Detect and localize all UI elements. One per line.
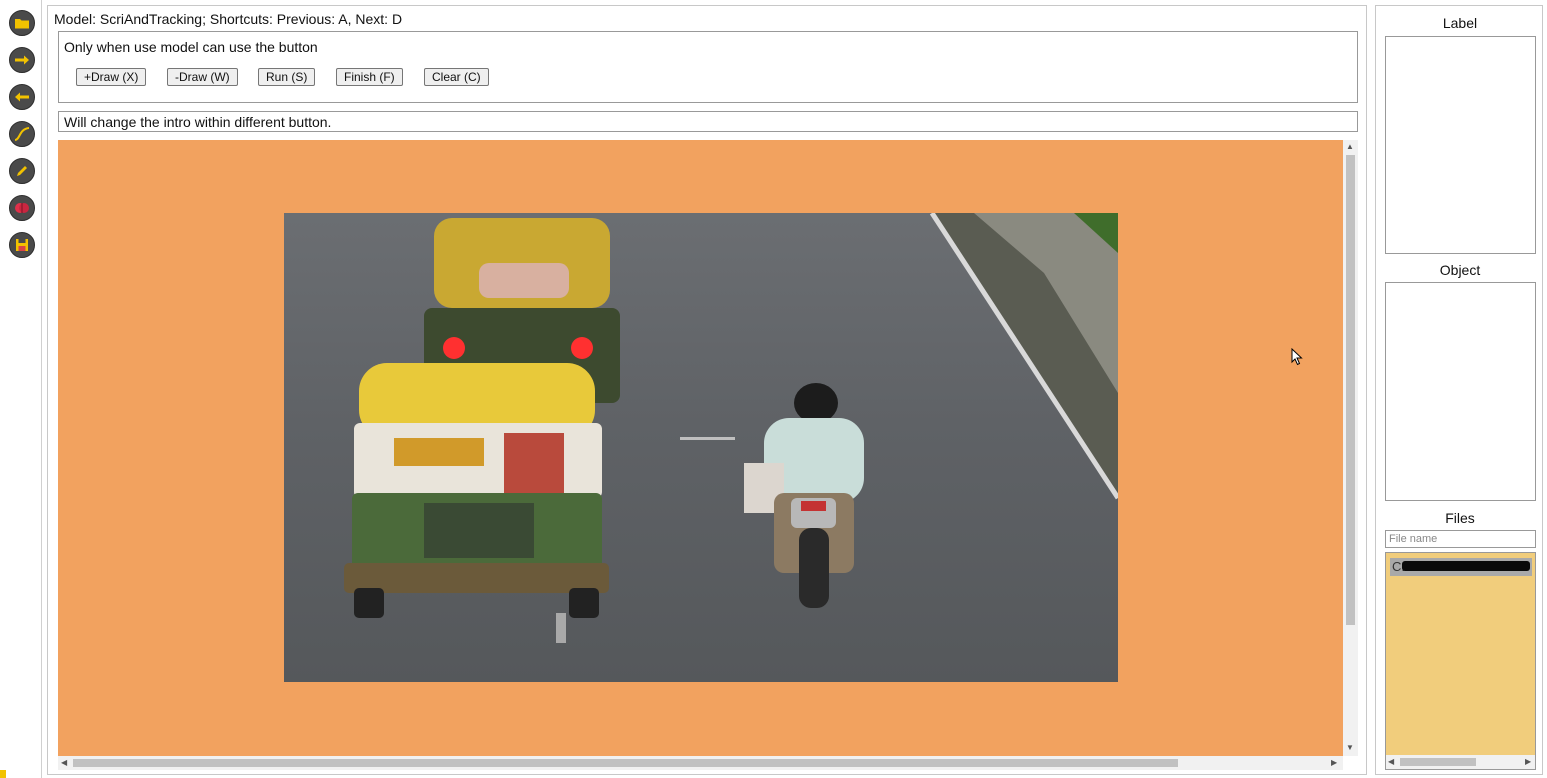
button-group-title: Only when use model can use the button — [64, 39, 318, 55]
model-button-group: Only when use model can use the button +… — [58, 31, 1358, 103]
video-frame-image[interactable] — [284, 213, 1118, 682]
remove-draw-button[interactable]: -Draw (W) — [167, 68, 238, 86]
files-title: Files — [1445, 510, 1475, 526]
horizontal-scroll-thumb[interactable] — [73, 759, 1178, 767]
object-list[interactable] — [1385, 282, 1536, 501]
pencil-icon — [17, 166, 27, 176]
canvas-vertical-scrollbar[interactable]: ▲ ▼ — [1343, 140, 1358, 756]
arrow-left-icon — [15, 92, 29, 102]
file-scroll-right-icon[interactable]: ▶ — [1525, 758, 1531, 766]
next-button[interactable] — [9, 47, 35, 73]
corner-marker — [0, 770, 6, 778]
annotation-canvas[interactable] — [58, 140, 1343, 756]
label-list[interactable] — [1385, 36, 1536, 254]
curve-tool-button[interactable] — [9, 121, 35, 147]
file-scroll-left-icon[interactable]: ◀ — [1388, 758, 1394, 766]
open-folder-button[interactable] — [9, 10, 35, 36]
finish-button[interactable]: Finish (F) — [336, 68, 403, 86]
redacted-file-path — [1402, 561, 1530, 571]
run-button[interactable]: Run (S) — [258, 68, 316, 86]
model-button[interactable] — [9, 195, 35, 221]
curve-icon — [14, 127, 30, 141]
canvas-viewport[interactable]: ▲ ▼ ◀ ▶ — [58, 140, 1358, 770]
save-button[interactable] — [9, 232, 35, 258]
arrow-right-icon — [15, 55, 29, 65]
add-draw-button[interactable]: +Draw (X) — [76, 68, 147, 86]
file-scroll-thumb[interactable] — [1400, 758, 1476, 766]
brain-icon — [15, 203, 29, 213]
model-shortcuts-line: Model: ScriAndTracking; Shortcuts: Previ… — [54, 11, 403, 27]
save-icon — [16, 239, 28, 251]
mouse-cursor-icon — [1291, 348, 1303, 366]
file-list[interactable]: C: ◀ ▶ — [1385, 552, 1536, 770]
scroll-right-icon[interactable]: ▶ — [1331, 759, 1337, 767]
road-scene — [344, 213, 1118, 643]
file-name-input[interactable] — [1385, 530, 1536, 548]
folder-icon — [15, 19, 29, 29]
pencil-tool-button[interactable] — [9, 158, 35, 184]
vertical-scroll-thumb[interactable] — [1346, 155, 1355, 625]
left-toolbar — [0, 0, 42, 778]
previous-button[interactable] — [9, 84, 35, 110]
scroll-down-icon[interactable]: ▼ — [1346, 744, 1354, 752]
canvas-horizontal-scrollbar[interactable]: ◀ ▶ — [58, 756, 1343, 770]
intro-text: Will change the intro within different b… — [58, 111, 1358, 132]
label-title: Label — [1442, 15, 1478, 31]
right-panel: Label Object Files C: ◀ ▶ — [1375, 5, 1543, 775]
clear-button[interactable]: Clear (C) — [424, 68, 489, 86]
main-panel: Model: ScriAndTracking; Shortcuts: Previ… — [47, 5, 1367, 775]
scroll-up-icon[interactable]: ▲ — [1346, 143, 1354, 151]
object-title: Object — [1439, 262, 1481, 278]
file-list-horizontal-scrollbar[interactable]: ◀ ▶ — [1386, 755, 1535, 769]
scroll-left-icon[interactable]: ◀ — [61, 759, 67, 767]
